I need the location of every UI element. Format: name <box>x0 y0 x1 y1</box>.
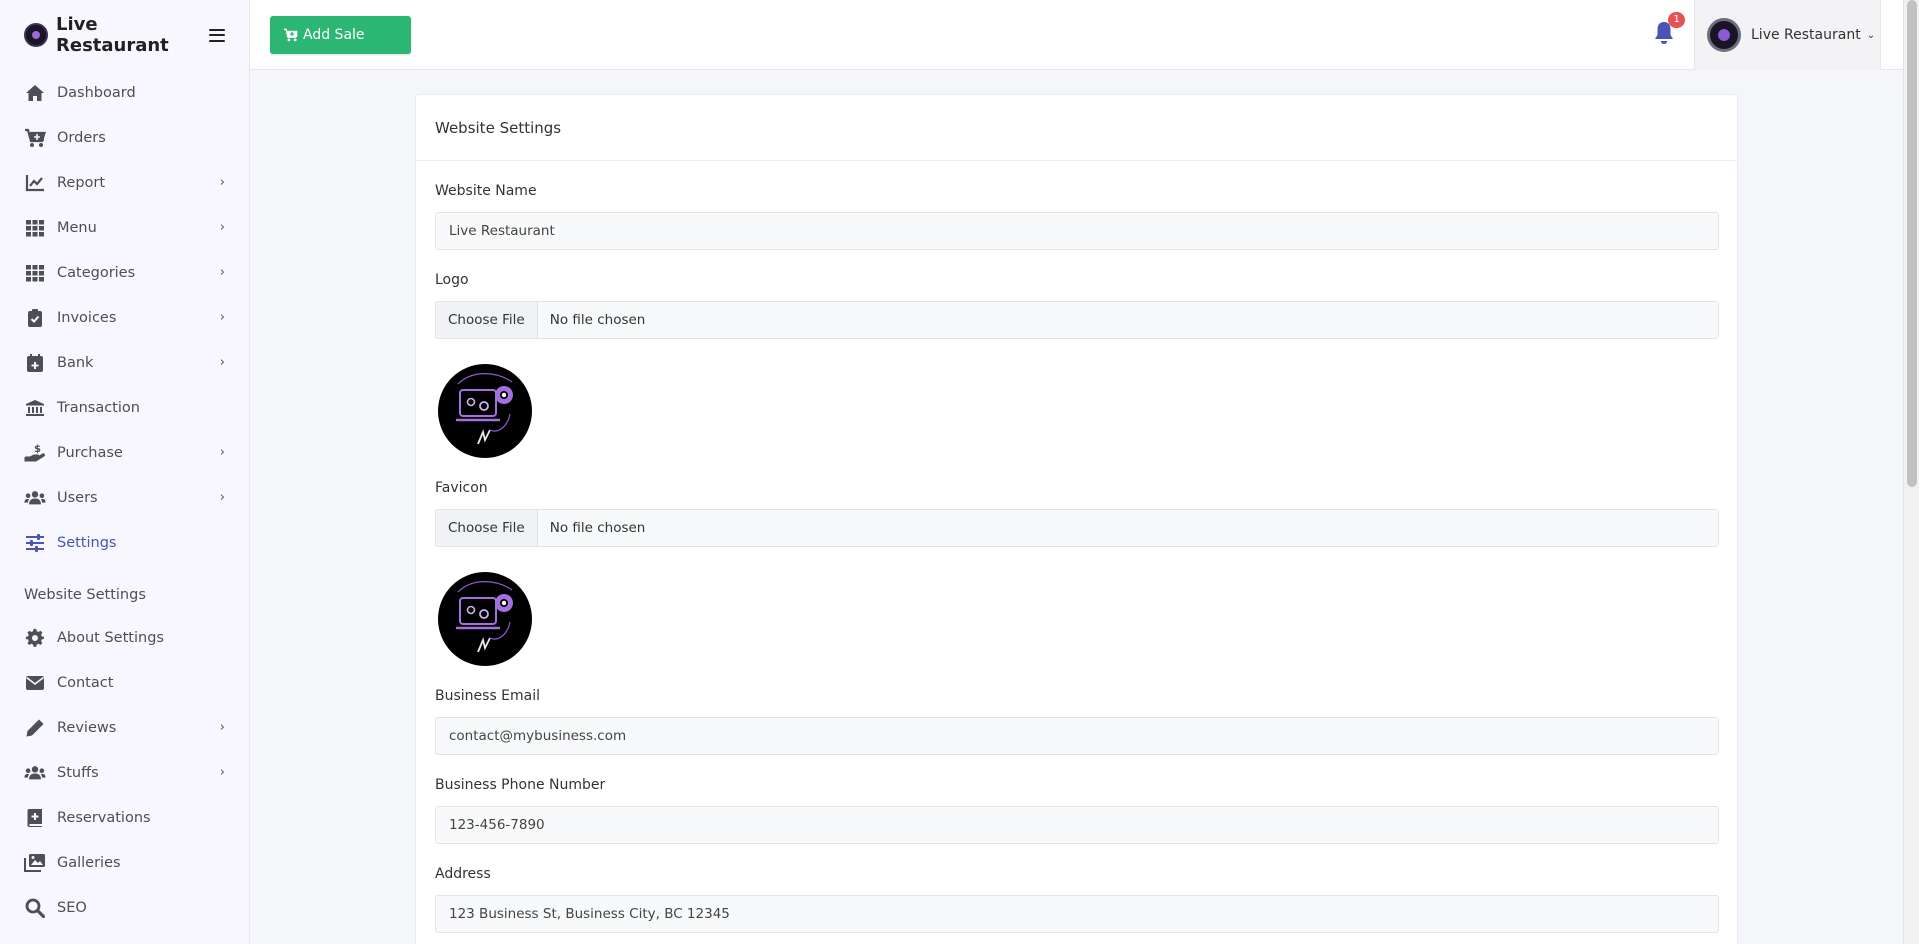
chevron-right-icon: › <box>219 720 225 735</box>
sidebar-item-invoices[interactable]: Invoices › <box>0 295 249 340</box>
hamburger-menu-icon[interactable] <box>209 28 225 42</box>
main-nav: Dashboard Orders Report › Menu › Categor… <box>0 70 249 565</box>
logo-choose-file-button[interactable]: Choose File <box>436 302 538 338</box>
users-icon <box>24 763 46 783</box>
grid-icon <box>24 218 46 238</box>
sidebar-item-users[interactable]: Users › <box>0 475 249 520</box>
business-email-label: Business Email <box>435 688 541 704</box>
address-input[interactable] <box>435 895 1719 933</box>
search-icon <box>24 898 46 918</box>
sidebar-item-menu[interactable]: Menu › <box>0 205 249 250</box>
website-nav: About Settings Contact Reviews › Stuffs … <box>0 615 249 930</box>
home-icon <box>24 83 46 103</box>
sidebar-item-report[interactable]: Report › <box>0 160 249 205</box>
sidebar-item-reviews[interactable]: Reviews › <box>0 705 249 750</box>
add-sale-button[interactable]: Add Sale <box>270 16 411 54</box>
gear-icon <box>24 628 46 648</box>
chevron-right-icon: › <box>219 445 225 460</box>
envelope-icon <box>24 673 46 693</box>
address-label: Address <box>435 866 491 882</box>
sidebar-item-orders[interactable]: Orders <box>0 115 249 160</box>
business-email-input[interactable] <box>435 717 1719 755</box>
sidebar-item-seo[interactable]: SEO <box>0 885 249 930</box>
user-menu[interactable]: Live Restaurant ⌄ <box>1694 0 1881 70</box>
sidebar-item-transaction[interactable]: Transaction <box>0 385 249 430</box>
business-phone-label: Business Phone Number <box>435 777 606 793</box>
chevron-right-icon: › <box>219 265 225 280</box>
sidebar: Live Restaurant Dashboard Orders Report … <box>0 0 250 944</box>
chevron-right-icon: › <box>219 220 225 235</box>
chevron-down-icon: ⌄ <box>1866 29 1876 41</box>
sidebar-item-galleries[interactable]: Galleries <box>0 840 249 885</box>
grid-icon <box>24 263 46 283</box>
favicon-choose-file-button[interactable]: Choose File <box>436 510 538 546</box>
sidebar-item-purchase[interactable]: $ Purchase › <box>0 430 249 475</box>
svg-text:$: $ <box>34 444 41 455</box>
chevron-right-icon: › <box>219 355 225 370</box>
settings-form: Website Name Logo Choose File No file ch… <box>416 183 1737 933</box>
brand-name[interactable]: Live Restaurant <box>56 14 209 56</box>
sidebar-item-stuffs[interactable]: Stuffs › <box>0 750 249 795</box>
notification-count-badge: 1 <box>1668 12 1685 28</box>
users-icon <box>24 488 46 508</box>
book-plus-icon <box>24 808 46 828</box>
clipboard-check-icon <box>24 308 46 328</box>
images-icon <box>24 853 46 873</box>
business-phone-input[interactable] <box>435 806 1719 844</box>
calendar-plus-icon <box>24 353 46 373</box>
website-name-label: Website Name <box>435 183 537 199</box>
website-settings-card: Website Settings Website Name Logo Choos… <box>415 94 1738 944</box>
sidebar-item-bank[interactable]: Bank › <box>0 340 249 385</box>
sliders-icon <box>24 533 46 553</box>
website-name-input[interactable] <box>435 212 1719 250</box>
topbar: Add Sale 1 Live Restaurant ⌄ <box>250 0 1903 70</box>
sidebar-item-reservations[interactable]: Reservations <box>0 795 249 840</box>
add-sale-label: Add Sale <box>303 27 365 43</box>
chart-line-icon <box>24 173 46 193</box>
card-title: Website Settings <box>416 95 1737 161</box>
logo-file-status: No file chosen <box>549 312 646 328</box>
cart-icon <box>24 128 46 148</box>
cart-plus-icon <box>284 28 298 42</box>
sidebar-item-contact[interactable]: Contact <box>0 660 249 705</box>
logo-label: Logo <box>435 272 469 288</box>
chevron-right-icon: › <box>219 175 225 190</box>
logo-file-input[interactable]: Choose File No file chosen <box>435 301 1719 339</box>
brand: Live Restaurant <box>0 0 249 70</box>
sidebar-item-settings[interactable]: Settings <box>0 520 249 565</box>
brand-logo[interactable] <box>24 23 48 47</box>
scrollbar-thumb[interactable] <box>1907 0 1917 487</box>
favicon-label: Favicon <box>435 480 488 496</box>
sidebar-item-dashboard[interactable]: Dashboard <box>0 70 249 115</box>
chevron-right-icon: › <box>219 765 225 780</box>
page-scrollbar[interactable] <box>1903 0 1919 944</box>
avatar <box>1707 18 1741 52</box>
bank-icon <box>24 398 46 418</box>
sidebar-section-website-settings: Website Settings <box>24 587 146 603</box>
favicon-preview-image <box>438 572 532 666</box>
sidebar-item-categories[interactable]: Categories › <box>0 250 249 295</box>
chevron-right-icon: › <box>219 310 225 325</box>
favicon-file-status: No file chosen <box>549 520 646 536</box>
chevron-right-icon: › <box>219 490 225 505</box>
hand-dollar-icon: $ <box>24 443 46 463</box>
logo-preview-image <box>438 364 532 458</box>
user-name: Live Restaurant <box>1751 27 1861 43</box>
favicon-file-input[interactable]: Choose File No file chosen <box>435 509 1719 547</box>
sidebar-item-about-settings[interactable]: About Settings <box>0 615 249 660</box>
pencil-icon <box>24 718 46 738</box>
